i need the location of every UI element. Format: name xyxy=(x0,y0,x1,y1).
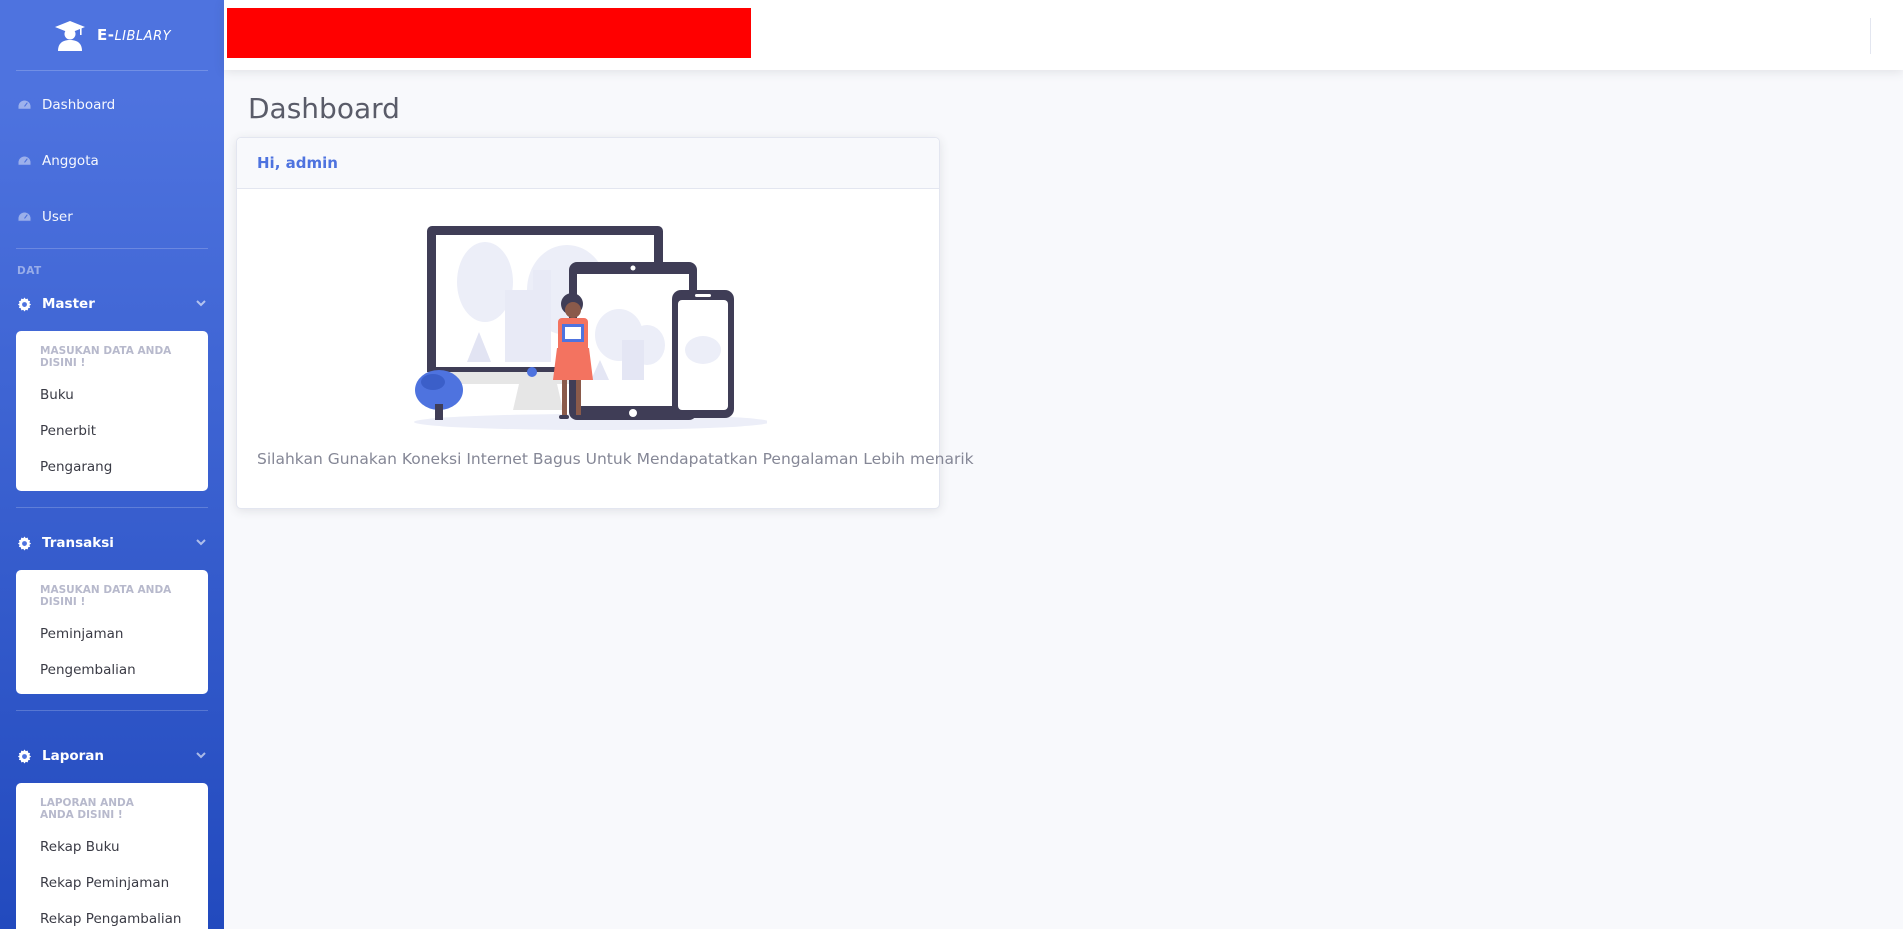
welcome-message: Silahkan Gunakan Koneksi Internet Bagus … xyxy=(257,450,974,468)
sidebar-group-master[interactable]: Master xyxy=(0,283,224,325)
brand-name: E-LIBLARY xyxy=(96,26,172,44)
welcome-card: Hi, admin Silahkan Gunakan Koneksi Inter… xyxy=(236,137,974,509)
chevron-down-icon xyxy=(196,539,206,546)
devices-illustration xyxy=(414,226,767,430)
menu-item-rekap-pengambalian[interactable]: Rekap Pengambalian xyxy=(16,901,208,929)
topbar xyxy=(224,0,1903,70)
greeting-text: Hi, admin xyxy=(257,154,338,172)
collapse-header: MASUKAN DATA ANDA DISINI ! xyxy=(40,345,172,369)
sidebar-brand[interactable]: E-LIBLARY xyxy=(0,0,224,70)
chevron-down-icon xyxy=(196,752,206,759)
sidebar-item-user[interactable]: User xyxy=(0,189,224,245)
sidebar-heading: DAT xyxy=(17,265,42,277)
card-header: Hi, admin xyxy=(237,138,939,189)
sidebar-group-label: Transaksi xyxy=(42,535,114,551)
sidebar-group-laporan[interactable]: Laporan xyxy=(0,735,224,777)
sidebar-item-anggota[interactable]: Anggota xyxy=(0,133,224,189)
topbar-divider xyxy=(1870,18,1871,54)
gear-icon xyxy=(17,296,32,312)
sidebar-group-label: Laporan xyxy=(42,748,105,764)
sidebar-group-transaksi[interactable]: Transaksi xyxy=(0,522,224,564)
menu-item-pengembalian[interactable]: Pengembalian xyxy=(16,652,208,688)
menu-item-rekap-peminjaman[interactable]: Rekap Peminjaman xyxy=(16,865,208,901)
sidebar-item-label: Dashboard xyxy=(42,97,116,113)
graduate-user-icon xyxy=(54,21,85,51)
menu-item-peminjaman[interactable]: Peminjaman xyxy=(16,616,208,652)
chevron-down-icon xyxy=(196,300,206,307)
sidebar-item-label: User xyxy=(42,209,73,225)
page-title: Dashboard xyxy=(248,92,400,125)
gear-icon xyxy=(17,535,32,551)
menu-item-pengarang[interactable]: Pengarang xyxy=(16,449,208,485)
collapse-laporan: LAPORAN ANDA ANDA DISINI ! Rekap Buku Re… xyxy=(16,783,208,929)
menu-item-rekap-buku[interactable]: Rekap Buku xyxy=(16,829,208,865)
sidebar-item-dashboard[interactable]: Dashboard xyxy=(0,77,224,133)
sidebar: E-LIBLARY Dashboard Anggota User DAT Mas… xyxy=(0,0,224,929)
tachometer-icon xyxy=(17,98,32,110)
menu-item-penerbit[interactable]: Penerbit xyxy=(16,413,208,449)
collapse-master: MASUKAN DATA ANDA DISINI ! Buku Penerbit… xyxy=(16,331,208,491)
sidebar-item-label: Anggota xyxy=(42,153,99,169)
tachometer-icon xyxy=(17,210,32,222)
sidebar-group-label: Master xyxy=(42,296,95,312)
tachometer-icon xyxy=(17,154,32,166)
collapse-transaksi: MASUKAN DATA ANDA DISINI ! Peminjaman Pe… xyxy=(16,570,208,694)
collapse-header: LAPORAN ANDA ANDA DISINI ! xyxy=(40,797,134,821)
redacted-area xyxy=(227,8,751,58)
gear-icon xyxy=(17,748,32,764)
collapse-header: MASUKAN DATA ANDA DISINI ! xyxy=(40,584,172,608)
menu-item-buku[interactable]: Buku xyxy=(16,377,208,413)
